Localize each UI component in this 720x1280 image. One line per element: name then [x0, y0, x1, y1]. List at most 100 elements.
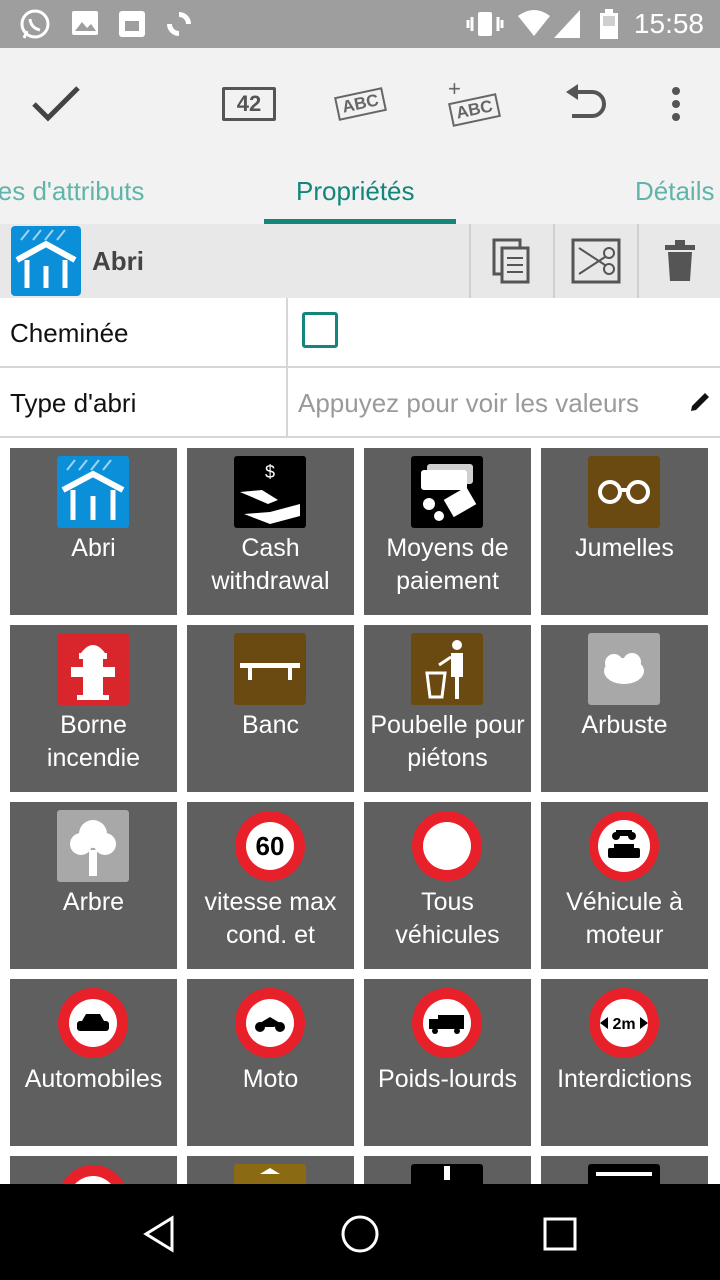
tile-label: Arbuste	[581, 711, 668, 739]
tile-label: Véhicule à moteur	[566, 888, 683, 949]
preset-tile-cash-withdrawal[interactable]: $ Cash withdrawal	[187, 448, 354, 615]
shelter-type-placeholder[interactable]: Appuyez pour voir les valeurs	[298, 388, 639, 419]
copy-icon	[492, 238, 530, 284]
preset-tile-all-vehicles[interactable]: Tous véhicules	[364, 802, 531, 969]
width-restriction-sign-icon: 2m	[589, 988, 659, 1058]
tile-label: Automobiles	[24, 1065, 163, 1093]
tile-label: Borne incendie	[46, 711, 141, 772]
preset-name: Abri	[92, 246, 144, 276]
tile-label: Cash withdrawal	[211, 534, 330, 595]
undo-icon	[566, 84, 606, 118]
preset-tile-binoculars[interactable]: Jumelles	[541, 448, 708, 615]
tab-bar: les d'attributs Propriétés Détails	[0, 160, 720, 226]
copy-button[interactable]	[469, 224, 553, 298]
abc-button[interactable]: ABC	[322, 48, 398, 160]
fire-hydrant-icon	[57, 633, 129, 705]
no-cars-sign-icon	[58, 988, 128, 1058]
field-row-chimney: Cheminée	[0, 298, 720, 368]
plus-icon: +	[448, 76, 461, 101]
speed-limit-sign-icon: 60	[235, 811, 305, 881]
cut-button[interactable]	[553, 224, 637, 298]
tile-label: Moyens de paiement	[386, 534, 509, 595]
binoculars-icon	[588, 456, 660, 528]
counter-button[interactable]: 42	[212, 48, 286, 160]
action-toolbar: 42 ABC + ABC	[0, 48, 720, 160]
preset-tile-payment-methods[interactable]: Moyens de paiement	[364, 448, 531, 615]
counter-badge: 42	[222, 87, 276, 121]
status-bar: 15:58	[0, 0, 720, 48]
tile-label: Banc	[242, 711, 299, 739]
preset-tile-width-restriction[interactable]: 2m Interdictions	[541, 979, 708, 1146]
preset-tile-partial[interactable]	[187, 1156, 354, 1184]
checkmark-icon	[32, 86, 80, 122]
preset-tile-shrub[interactable]: Arbuste	[541, 625, 708, 792]
tile-label: Poubelle pour piétons	[370, 711, 525, 772]
preset-tile-motor-vehicle[interactable]: Véhicule à moteur	[541, 802, 708, 969]
no-trucks-sign-icon	[412, 988, 482, 1058]
clock: 15:58	[633, 8, 704, 39]
preset-tile-partial[interactable]	[10, 1156, 177, 1184]
system-nav-bar	[0, 1184, 720, 1280]
no-vehicles-sign-icon	[412, 811, 482, 881]
tile-label: Abri	[71, 534, 116, 562]
recents-square-icon	[543, 1217, 577, 1251]
shelter-icon	[57, 456, 129, 528]
confirm-button[interactable]	[14, 48, 98, 160]
recents-button[interactable]	[530, 1204, 590, 1264]
preset-tile-hgv[interactable]: Poids-lourds	[364, 979, 531, 1146]
battery-icon	[600, 9, 618, 39]
preset-tile-maxspeed[interactable]: 60 vitesse max cond. et	[187, 802, 354, 969]
preset-tile-shelter[interactable]: Abri	[10, 448, 177, 615]
shelter-icon	[11, 226, 81, 296]
preset-tile-motorcar[interactable]: Automobiles	[10, 979, 177, 1146]
preset-tile-waste-basket[interactable]: Poubelle pour piétons	[364, 625, 531, 792]
preset-header: Abri	[0, 224, 720, 300]
whatsapp-icon	[20, 9, 50, 39]
shelter-type-label: Type d'abri	[10, 388, 137, 418]
signal-icon	[554, 10, 580, 38]
row-divider	[286, 298, 288, 368]
preset-tile-partial[interactable]	[364, 1156, 531, 1184]
tab-properties[interactable]: Propriétés	[296, 176, 415, 207]
abc-add-label: ABC	[453, 96, 494, 123]
back-button[interactable]	[130, 1204, 190, 1264]
shrub-icon	[588, 633, 660, 705]
undo-button[interactable]	[548, 48, 622, 160]
chimney-label: Cheminée	[10, 318, 129, 348]
tab-attribute-tables[interactable]: les d'attributs	[0, 176, 144, 207]
vibrate-icon	[466, 12, 504, 36]
no-motorcycles-sign-icon	[235, 988, 305, 1058]
trash-icon	[665, 240, 695, 281]
cash-icon: $	[234, 456, 306, 528]
tile-label: Tous véhicules	[395, 888, 500, 949]
payment-icon	[411, 456, 483, 528]
edit-pencil-icon[interactable]	[688, 390, 712, 414]
chimney-checkbox[interactable]	[302, 312, 338, 348]
prohibition-sign-icon	[61, 1165, 125, 1184]
home-button[interactable]	[330, 1204, 390, 1264]
tab-details[interactable]: Détails	[635, 176, 714, 207]
preset-tile-bench[interactable]: Banc	[187, 625, 354, 792]
preset-tile-motorcycle[interactable]: Moto	[187, 979, 354, 1146]
back-triangle-icon	[143, 1215, 174, 1253]
tile-label: vitesse max cond. et	[204, 888, 337, 949]
black-sign-icon	[411, 1164, 483, 1184]
black-sign-icon	[588, 1164, 660, 1184]
tile-icon-text: 2m	[612, 1016, 635, 1033]
abc-badge: ABC	[333, 87, 387, 121]
bench-icon	[234, 633, 306, 705]
delete-button[interactable]	[637, 224, 720, 298]
preset-tile-tree[interactable]: Arbre	[10, 802, 177, 969]
field-row-shelter-type[interactable]: Type d'abri Appuyez pour voir les valeur…	[0, 368, 720, 438]
tree-icon	[57, 810, 129, 882]
brown-sign-icon	[234, 1164, 306, 1184]
wifi-icon	[518, 10, 550, 36]
cut-icon	[571, 238, 621, 284]
preset-tile-partial[interactable]	[541, 1156, 708, 1184]
preset-tile-fire-hydrant[interactable]: Borne incendie	[10, 625, 177, 792]
overflow-menu-button[interactable]	[652, 48, 700, 160]
add-abc-button[interactable]: + ABC	[436, 48, 512, 160]
tile-icon-text: 60	[256, 831, 285, 861]
tile-icon-text: $	[265, 462, 275, 482]
tile-label: Arbre	[62, 888, 125, 916]
